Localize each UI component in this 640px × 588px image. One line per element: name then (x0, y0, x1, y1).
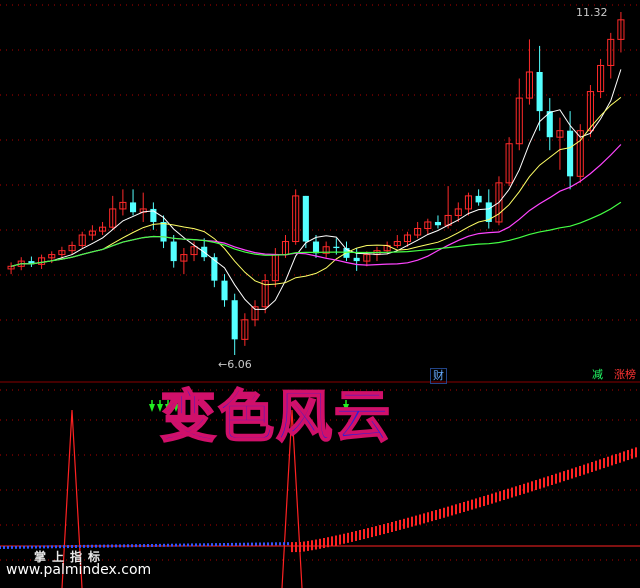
high-price-label: 11.32 (576, 6, 608, 19)
candle-body (475, 195, 482, 203)
candle-body (130, 202, 137, 213)
chart-stage: { "price_labels": { "high": "11.32", "lo… (0, 0, 640, 588)
candle-body (231, 300, 238, 340)
candle-body (211, 257, 218, 281)
candle-body (312, 241, 320, 254)
finance-badge[interactable]: 财 (430, 368, 447, 384)
candle-body (546, 111, 553, 138)
indicator-title-overlay: 变色风云 (159, 383, 392, 451)
candle-body (302, 195, 309, 242)
candle-body (160, 221, 167, 242)
candle-body (567, 130, 574, 177)
candle-body (536, 71, 543, 112)
candlestick-chart (0, 4, 640, 588)
candle-body (434, 221, 442, 226)
candle-body (353, 257, 360, 262)
candle-body (170, 241, 177, 262)
candle-body (333, 246, 340, 249)
reduce-badge[interactable]: 减 (590, 368, 605, 382)
low-price-value: 6.06 (227, 358, 252, 371)
limit-board-badge[interactable]: 涨榜 (612, 368, 638, 382)
footer-url[interactable]: www.palmindex.com (6, 562, 151, 578)
low-price-label: ←6.06 (218, 358, 252, 371)
candle-body (221, 280, 228, 301)
